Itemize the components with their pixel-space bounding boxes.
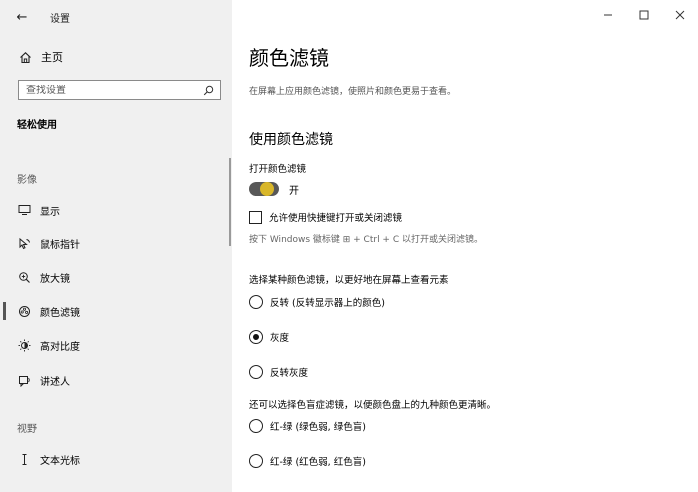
close-button[interactable] xyxy=(662,0,698,32)
toggle-knob xyxy=(260,182,274,196)
settings-window: ← 设置 主页 轻松使用 影像 显示 鼠标指针 xyxy=(0,0,698,492)
sidebar-item-high-contrast[interactable]: 高对比度 xyxy=(0,331,232,359)
page-description: 在屏幕上应用颜色滤镜，使照片和颜色更易于查看。 xyxy=(249,87,457,97)
shortcut-hint: 按下 Windows 徽标键 ⊞ + Ctrl + C 以打开或关闭滤镜。 xyxy=(249,235,483,245)
toggle-state-label: 开 xyxy=(289,185,299,197)
group-label-hearing: 视野 xyxy=(17,424,37,435)
sidebar-item-magnifier[interactable]: 放大镜 xyxy=(0,263,232,291)
radio-option-grayscale[interactable]: 灰度 xyxy=(249,328,289,346)
sidebar-item-label: 高对比度 xyxy=(40,341,80,353)
radio-label[interactable]: 灰度 xyxy=(270,330,289,344)
group-label-vision: 影像 xyxy=(17,175,37,186)
minimize-icon xyxy=(603,10,613,23)
search-input[interactable] xyxy=(26,84,186,96)
home-icon xyxy=(18,50,32,64)
sidebar-item-label: 颜色滤镜 xyxy=(40,307,80,319)
sidebar-item-mouse-pointer[interactable]: 鼠标指针 xyxy=(0,229,232,257)
sidebar-item-narrator[interactable]: 讲述人 xyxy=(0,366,232,394)
radio-option-protanopia[interactable]: 红-绿 (红色弱, 红色盲) xyxy=(249,452,366,470)
filter-caption: 选择某种颜色滤镜，以更好地在屏幕上查看元素 xyxy=(249,275,449,286)
shortcut-checkbox-label[interactable]: 允许使用快捷键打开或关闭滤镜 xyxy=(269,210,402,224)
back-arrow-icon[interactable]: ← xyxy=(14,10,30,25)
home-nav[interactable]: 主页 xyxy=(18,48,63,66)
toggle-caption: 打开颜色滤镜 xyxy=(249,164,307,175)
section-title: 轻松使用 xyxy=(17,120,57,131)
maximize-icon xyxy=(639,10,649,23)
shortcut-checkbox-row[interactable]: 允许使用快捷键打开或关闭滤镜 xyxy=(249,209,402,225)
sidebar-scrollbar[interactable] xyxy=(229,158,231,246)
color-filter-toggle-row: 开 xyxy=(249,180,299,198)
radio-button[interactable] xyxy=(249,419,263,433)
radio-option-inverted-grayscale[interactable]: 反转灰度 xyxy=(249,363,308,381)
magnifier-icon xyxy=(17,270,31,284)
text-cursor-icon xyxy=(17,452,31,466)
titlebar: ← 设置 xyxy=(14,9,70,25)
radio-button[interactable] xyxy=(249,365,263,379)
sidebar-item-label: 讲述人 xyxy=(40,376,70,388)
window-controls xyxy=(590,0,698,32)
close-icon xyxy=(675,10,685,23)
sidebar-item-display[interactable]: 显示 xyxy=(0,196,232,224)
sidebar-item-color-filters[interactable]: 颜色滤镜 xyxy=(0,297,232,325)
color-filter-icon xyxy=(17,304,31,318)
monitor-icon xyxy=(17,203,31,217)
mouse-pointer-icon xyxy=(17,236,31,250)
radio-option-deuteranopia[interactable]: 红-绿 (绿色弱, 绿色盲) xyxy=(249,417,366,435)
sidebar-item-label: 鼠标指针 xyxy=(40,239,80,251)
page-title: 颜色滤镜 xyxy=(249,46,329,70)
section-heading: 使用颜色滤镜 xyxy=(249,132,333,148)
minimize-button[interactable] xyxy=(590,0,626,32)
colorblind-caption: 还可以选择色盲症滤镜，以便颜色盘上的九种颜色更清晰。 xyxy=(249,400,497,411)
radio-dot xyxy=(253,334,259,340)
contrast-icon xyxy=(17,338,31,352)
sidebar: ← 设置 主页 轻松使用 影像 显示 鼠标指针 xyxy=(0,0,232,492)
home-label: 主页 xyxy=(41,51,63,64)
radio-option-invert[interactable]: 反转 (反转显示器上的颜色) xyxy=(249,293,385,311)
radio-label[interactable]: 反转 (反转显示器上的颜色) xyxy=(270,295,385,309)
search-icon[interactable] xyxy=(202,84,214,96)
radio-button[interactable] xyxy=(249,295,263,309)
color-filter-toggle[interactable] xyxy=(249,182,279,196)
radio-button-selected[interactable] xyxy=(249,330,263,344)
sidebar-item-label: 文本光标 xyxy=(40,455,80,467)
maximize-button[interactable] xyxy=(626,0,662,32)
sidebar-item-text-cursor[interactable]: 文本光标 xyxy=(0,445,232,473)
window-title: 设置 xyxy=(50,13,70,25)
radio-label[interactable]: 反转灰度 xyxy=(270,365,308,379)
shortcut-checkbox[interactable] xyxy=(249,210,262,224)
sidebar-item-label: 显示 xyxy=(40,206,60,218)
search-box[interactable] xyxy=(18,80,221,100)
sidebar-item-label: 放大镜 xyxy=(40,273,70,285)
radio-label[interactable]: 红-绿 (红色弱, 红色盲) xyxy=(270,454,366,468)
radio-button[interactable] xyxy=(249,454,263,468)
narrator-icon xyxy=(17,373,31,387)
radio-label[interactable]: 红-绿 (绿色弱, 绿色盲) xyxy=(270,419,366,433)
